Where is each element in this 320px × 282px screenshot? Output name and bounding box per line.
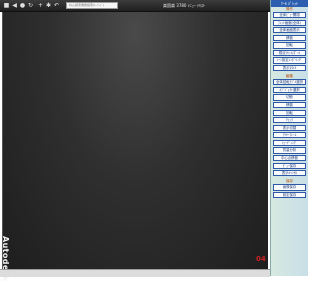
undo-icon[interactable]: ↶ — [53, 2, 60, 9]
panel-button[interactable]: 回転 — [273, 109, 306, 116]
panel-button[interactable]: 全体ﾋﾞｭｰ開閉 — [273, 12, 306, 19]
panel-button[interactable]: ﾌｨｯﾄ画面(全体) — [273, 19, 306, 26]
panel-button[interactable]: 回転 — [273, 42, 306, 49]
panel-button[interactable]: 中心点移動 — [273, 155, 306, 162]
panel-button[interactable]: 移動 — [273, 101, 306, 109]
panel-button[interactable]: 質量分析 — [273, 147, 306, 154]
back-icon[interactable]: ◀ — [11, 2, 18, 9]
panel-button[interactable]: 全体画面表示 — [273, 27, 306, 34]
panel-button[interactable]: 設定保存 — [273, 191, 306, 199]
panel-button[interactable]: 全体回転ﾓﾃﾞﾙ選択 — [273, 79, 306, 86]
panel-button[interactable]: 表示ｽﾀｲﾙ — [273, 65, 306, 72]
3d-viewport[interactable]: Autodesk 04 — [1, 12, 268, 282]
tool-panel: ﾂｰﾙ ﾊﾟﾚｯﾄ 操作 全体ﾋﾞｭｰ開閉 ﾌｨｯﾄ画面(全体) 全体画面表示 移動 回転… — [270, 0, 308, 276]
zoom-icon[interactable]: + — [37, 2, 44, 9]
view-marker: 04 — [256, 255, 266, 263]
panel-button[interactable]: 表示ｷｬﾝｾﾙ — [273, 170, 306, 177]
panel-button[interactable]: 画像保存 — [273, 184, 306, 191]
refresh-icon[interactable]: ↻ — [27, 2, 34, 9]
window-title: 楽園楽 3780 ﾒﾆｭｰ ﾃｷｽﾄ — [163, 3, 205, 8]
info-icon[interactable]: ● — [19, 2, 26, 9]
panel-button[interactable]: ﾋﾞｭｰ保存 — [273, 162, 306, 169]
panel-button[interactable]: ﾁｪｯｸ — [273, 117, 306, 124]
panel-button[interactable]: ｼｪｰﾃﾞｨﾝｸﾞ — [273, 139, 306, 147]
panel-button[interactable]: 視点ﾘｾｯﾄ/ｽﾞｰﾑ — [273, 49, 306, 57]
panel-title: ﾂｰﾙ ﾊﾟﾚｯﾄ — [271, 0, 308, 7]
panel-button[interactable]: ﾜｲﾔｰﾌﾚｰﾑ — [273, 132, 306, 139]
panel-button[interactable]: 切断 — [273, 94, 306, 101]
app-menu-icon[interactable]: ■ — [3, 2, 10, 9]
panel-button[interactable]: 移動 — [273, 34, 306, 41]
panel-button[interactable]: ｵﾌﾞｼﾞｪｸﾄ選択 — [273, 86, 306, 93]
top-toolbar: ■ ◀ ● ↻ + ✱ ↶ ねん検索機能検索(ｷｰﾜｰﾄﾞ) 楽園楽 3780 … — [0, 0, 270, 12]
settings-icon[interactable]: ✱ — [45, 2, 52, 9]
panel-button[interactable]: 表示切替 — [273, 124, 306, 131]
search-input[interactable]: ねん検索機能検索(ｷｰﾜｰﾄﾞ) — [66, 2, 118, 9]
panel-button[interactable]: ｼｰﾝ設定ﾚﾝﾀﾞﾘﾝｸﾞ — [273, 57, 306, 64]
